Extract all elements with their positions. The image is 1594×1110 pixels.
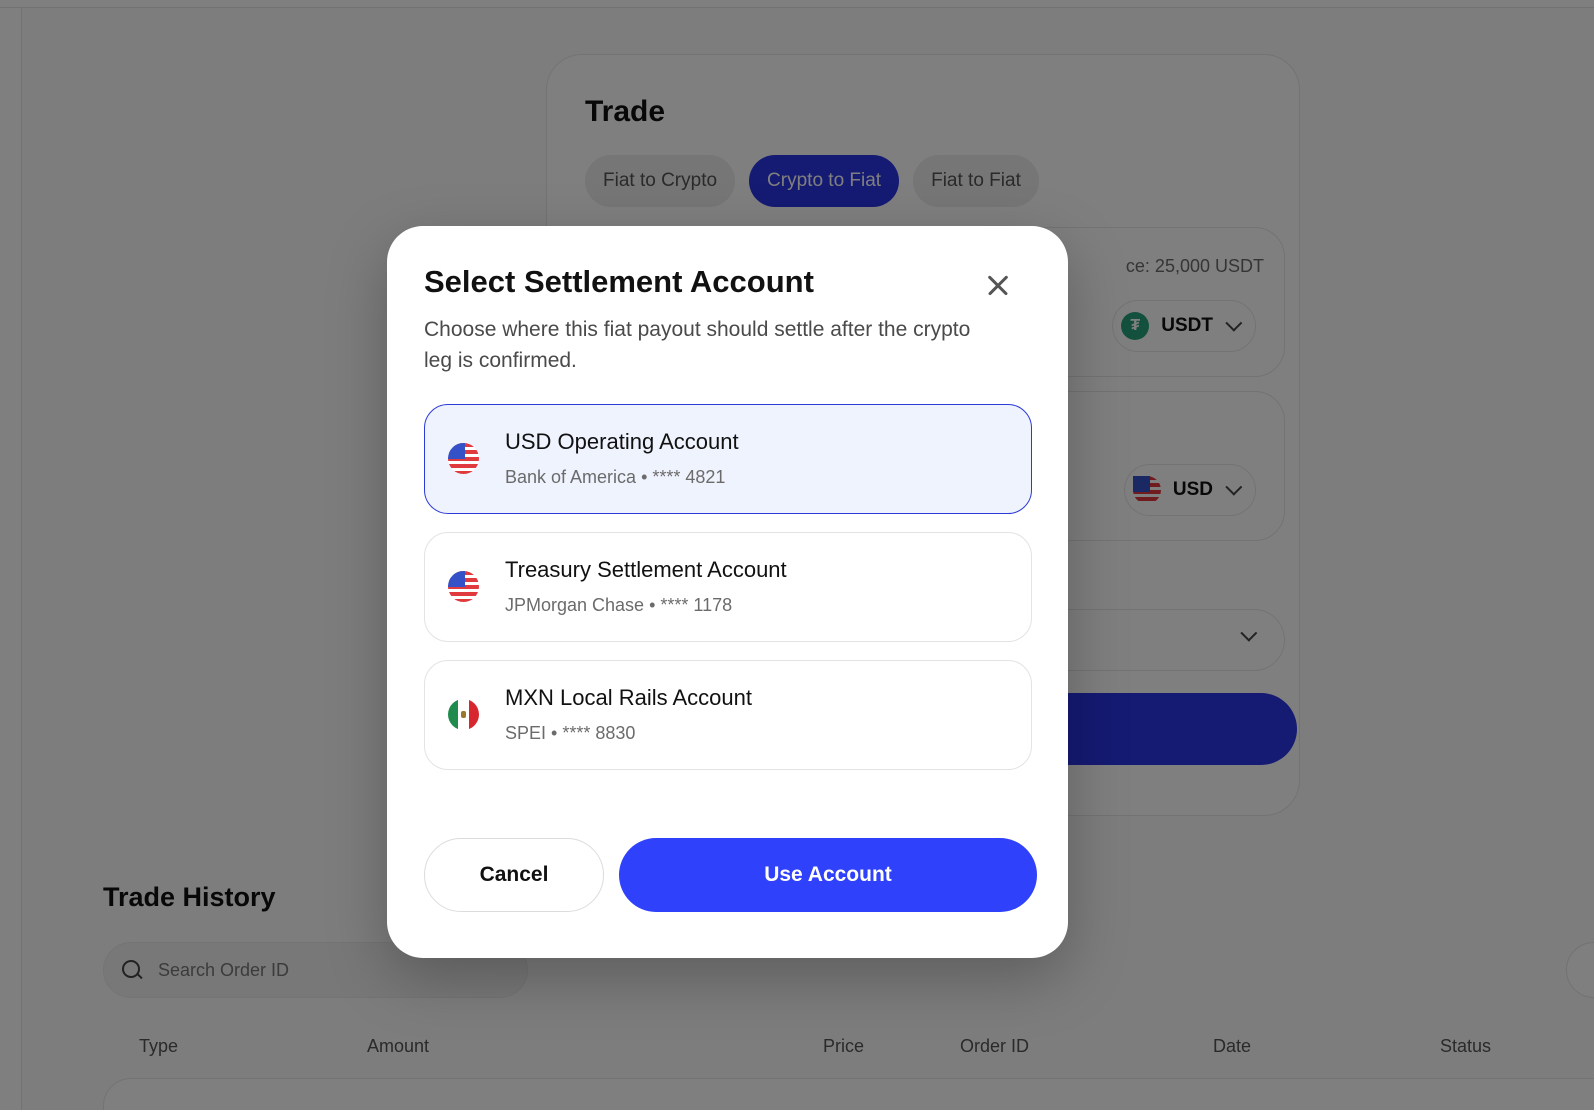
account-detail: Bank of America • **** 4821 [505,467,726,487]
account-name: USD Operating Account [505,429,739,454]
mx-flag-icon [448,699,479,730]
modal-description: Choose where this fiat payout should set… [424,318,971,372]
modal-title: Select Settlement Account [424,264,814,299]
us-flag-icon [448,443,479,474]
close-icon[interactable] [979,266,1017,304]
us-flag-icon [448,571,479,602]
account-name: MXN Local Rails Account [505,685,752,710]
account-detail: JPMorgan Chase • **** 1178 [505,595,733,615]
cancel-button[interactable]: Cancel [424,838,604,912]
account-option-treasury-settlement[interactable]: Treasury Settlement Account JPMorgan Cha… [424,532,1032,642]
account-option-usd-operating[interactable]: USD Operating Account Bank of America • … [424,404,1032,514]
account-detail: SPEI • **** 8830 [505,723,636,743]
settlement-account-modal: Select Settlement Account Choose where t… [387,226,1068,958]
account-name: Treasury Settlement Account [505,557,787,582]
account-option-mxn-local-rails[interactable]: MXN Local Rails Account SPEI • **** 8830 [424,660,1032,770]
use-account-button[interactable]: Use Account [619,838,1037,912]
account-list: USD Operating Account Bank of America • … [424,404,1032,788]
